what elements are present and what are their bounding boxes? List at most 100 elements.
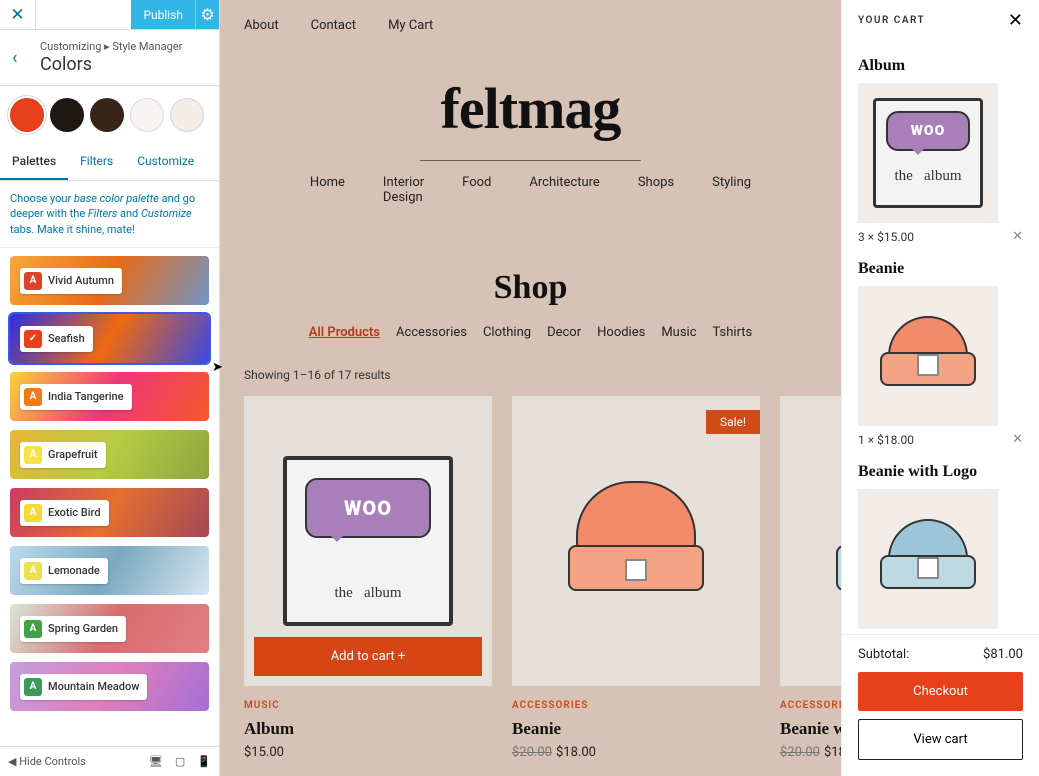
category-link[interactable]: Tshirts — [713, 325, 753, 340]
palette-item[interactable]: ✓Seafish — [10, 314, 209, 363]
color-swatch[interactable] — [170, 98, 204, 132]
product-price: $20.00$18.00 — [780, 745, 841, 760]
product-category: ACCESSORIES — [512, 700, 760, 711]
remove-item-button[interactable]: ✕ — [1012, 229, 1023, 244]
back-button[interactable]: ‹ — [12, 47, 17, 68]
product-title: Beanie — [512, 719, 760, 739]
palette-name: Mountain Meadow — [48, 680, 139, 693]
product-category: MUSIC — [244, 700, 492, 711]
mini-cart: YOUR CART ✕ Album WOOthe album 3 × $15.00 ✕… — [841, 0, 1039, 776]
palette-item[interactable]: AExotic Bird — [10, 488, 209, 537]
result-count: Showing 1–16 of 17 results — [220, 368, 841, 396]
category-link[interactable]: Decor — [547, 325, 581, 340]
customizer-header: ‹ Customizing ▸ Style Manager Colors — [0, 30, 219, 86]
color-swatch[interactable] — [50, 98, 84, 132]
cart-close-button[interactable]: ✕ — [1008, 10, 1023, 31]
cart-item-title: Album — [858, 57, 1023, 75]
palette-name: Grapefruit — [48, 448, 98, 461]
cart-item-qty: 1 × $18.00 — [858, 433, 914, 447]
cart-item-thumb[interactable] — [858, 489, 998, 629]
view-cart-button[interactable]: View cart — [858, 719, 1023, 760]
cart-items: Album WOOthe album 3 × $15.00 ✕ Beanie 1 × $1… — [842, 41, 1039, 634]
remove-item-button[interactable]: ✕ — [1012, 432, 1023, 447]
color-swatch[interactable] — [130, 98, 164, 132]
product-card[interactable]: Sale!ACCESSORIESBeanie$20.00$18.00 — [512, 396, 760, 760]
palette-name: India Tangerine — [48, 390, 124, 403]
top-nav-link[interactable]: About — [244, 18, 279, 33]
cart-item-title: Beanie — [858, 260, 1023, 278]
palette-name: Seafish — [48, 332, 85, 345]
hint-text: Choose your base color palette and go de… — [0, 181, 219, 248]
main-nav: HomeInterior DesignFoodArchitectureShops… — [420, 160, 641, 219]
customizer-sidebar: ✕ Publish ⚙ ‹ Customizing ▸ Style Manage… — [0, 0, 220, 776]
cart-item-title: Beanie with Logo — [858, 463, 1023, 481]
palette-list: AVivid Autumn ✓Seafish AIndia Tangerine AGr… — [0, 248, 219, 746]
subtotal-amount: $81.00 — [983, 647, 1023, 662]
product-category: ACCESSORIES — [780, 700, 841, 711]
publish-button[interactable]: Publish — [131, 0, 195, 29]
publish-settings-button[interactable]: ⚙ — [195, 0, 219, 29]
add-to-cart-button[interactable]: Add to cart + — [254, 637, 482, 676]
cart-item-qty: 3 × $15.00 — [858, 230, 914, 244]
product-grid: WOOthe albumAdd to cart +MUSICAlbum$15.0… — [220, 396, 841, 760]
tab-filters[interactable]: Filters — [68, 144, 125, 180]
product-price: $20.00$18.00 — [512, 745, 760, 760]
product-title: Album — [244, 719, 492, 739]
category-link[interactable]: Accessories — [396, 325, 467, 340]
bottom-bar: ◀ Hide Controls 🖥 ▢ 📱 — [0, 746, 219, 776]
section-title: Colors — [40, 54, 207, 75]
product-card[interactable]: Sale!ACCESSORIESBeanie with Logo$20.00$1… — [780, 396, 841, 760]
product-title: Beanie with Logo — [780, 719, 841, 739]
cart-item-thumb[interactable]: WOOthe album — [858, 83, 998, 223]
tablet-preview-icon[interactable]: ▢ — [175, 755, 185, 768]
cursor-icon: ➤ — [212, 360, 223, 375]
color-swatch[interactable] — [10, 98, 44, 132]
category-link[interactable]: Music — [661, 325, 696, 340]
color-swatch[interactable] — [90, 98, 124, 132]
main-nav-link[interactable]: Home — [310, 175, 345, 205]
palette-item[interactable]: AIndia Tangerine — [10, 372, 209, 421]
palette-item[interactable]: ALemonade — [10, 546, 209, 595]
palette-name: Lemonade — [48, 564, 100, 577]
cart-item: Album WOOthe album 3 × $15.00 ✕ — [858, 57, 1023, 244]
site-preview: About Contact My Cart feltmag Home Interior… — [220, 0, 841, 776]
subtotal-label: Subtotal: — [858, 647, 909, 662]
main-nav-link[interactable]: Food — [462, 175, 491, 205]
hide-controls-button[interactable]: ◀ Hide Controls — [8, 755, 86, 768]
cart-title: YOUR CART — [858, 15, 925, 26]
top-nav-link[interactable]: My Cart — [388, 18, 433, 33]
checkout-button[interactable]: Checkout — [858, 672, 1023, 711]
page-title: Shop — [220, 219, 841, 325]
palette-name: Spring Garden — [48, 622, 118, 635]
mobile-preview-icon[interactable]: 📱 — [197, 755, 211, 768]
cart-item: Beanie 1 × $18.00 ✕ — [858, 260, 1023, 447]
palette-item[interactable]: AGrapefruit — [10, 430, 209, 479]
category-nav: All Products Accessories Clothing Decor Hood… — [220, 325, 841, 368]
category-link[interactable]: Clothing — [483, 325, 531, 340]
tab-customize[interactable]: Customize — [125, 144, 206, 180]
desktop-preview-icon[interactable]: 🖥 — [149, 755, 163, 768]
customizer-topbar: ✕ Publish ⚙ — [0, 0, 219, 30]
palette-name: Exotic Bird — [48, 506, 101, 519]
main-nav-link[interactable]: Architecture — [529, 175, 599, 205]
swatch-row — [0, 86, 219, 144]
close-customizer-button[interactable]: ✕ — [0, 0, 36, 29]
palette-item[interactable]: ASpring Garden — [10, 604, 209, 653]
product-price: $15.00 — [244, 745, 492, 760]
palette-item[interactable]: AVivid Autumn — [10, 256, 209, 305]
site-logo: feltmag — [220, 51, 841, 160]
product-card[interactable]: WOOthe albumAdd to cart +MUSICAlbum$15.0… — [244, 396, 492, 760]
top-nav-link[interactable]: Contact — [311, 18, 356, 33]
cart-item-thumb[interactable] — [858, 286, 998, 426]
palette-name: Vivid Autumn — [48, 274, 114, 287]
palette-item[interactable]: AMountain Meadow — [10, 662, 209, 711]
cart-item: Beanie with Logo — [858, 463, 1023, 629]
category-link[interactable]: All Products — [309, 325, 380, 340]
tab-palettes[interactable]: Palettes — [0, 144, 68, 180]
main-nav-link[interactable]: Styling — [712, 175, 751, 205]
category-link[interactable]: Hoodies — [597, 325, 645, 340]
main-nav-link[interactable]: Shops — [638, 175, 674, 205]
top-nav: About Contact My Cart — [220, 0, 841, 51]
main-nav-link[interactable]: Interior Design — [383, 175, 424, 205]
tab-row: PalettesFiltersCustomize — [0, 144, 219, 181]
